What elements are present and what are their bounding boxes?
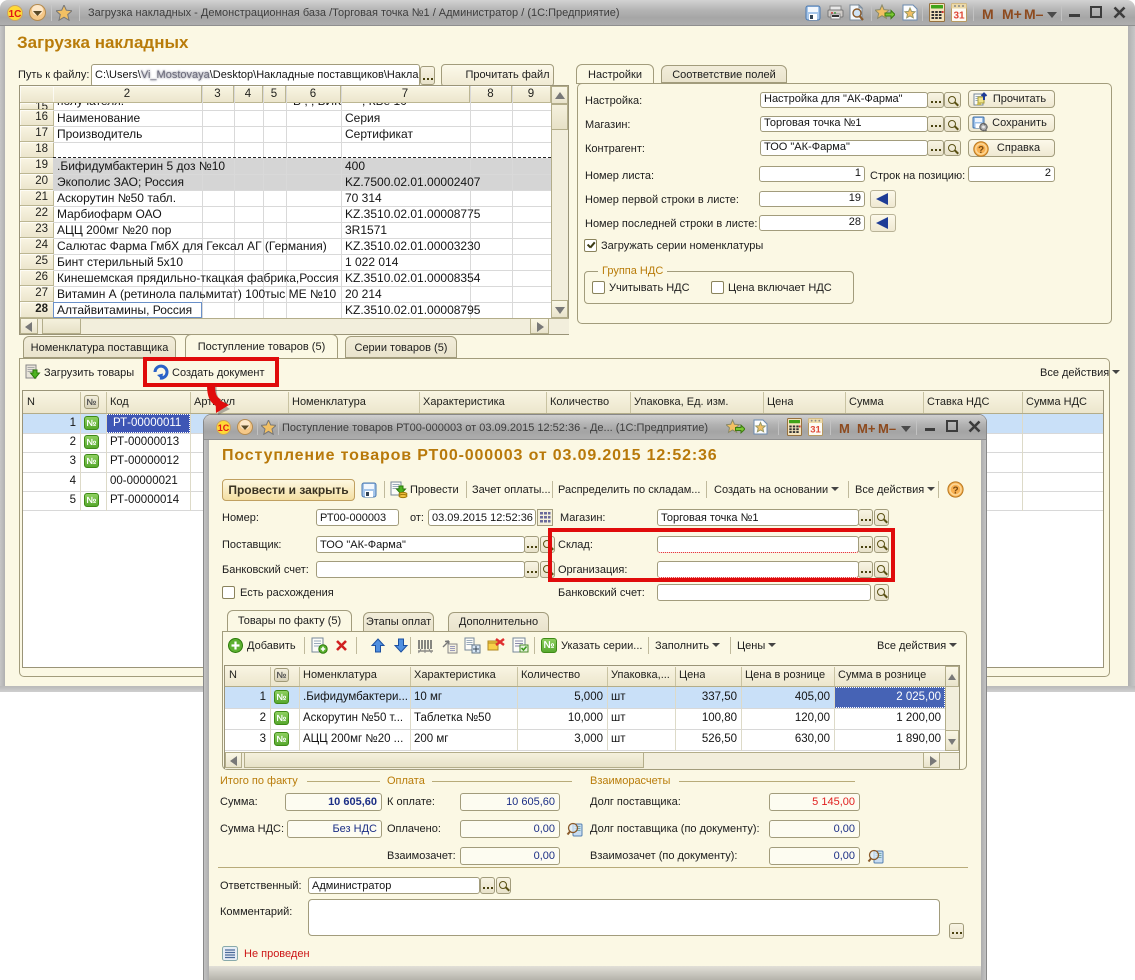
svg-text:?: ?: [978, 145, 984, 156]
svg-text:31: 31: [810, 425, 821, 436]
svg-text:1С: 1С: [218, 423, 230, 433]
svg-text:31: 31: [953, 11, 965, 22]
svg-text:1С: 1С: [9, 9, 22, 20]
svg-text:?: ?: [952, 486, 958, 497]
